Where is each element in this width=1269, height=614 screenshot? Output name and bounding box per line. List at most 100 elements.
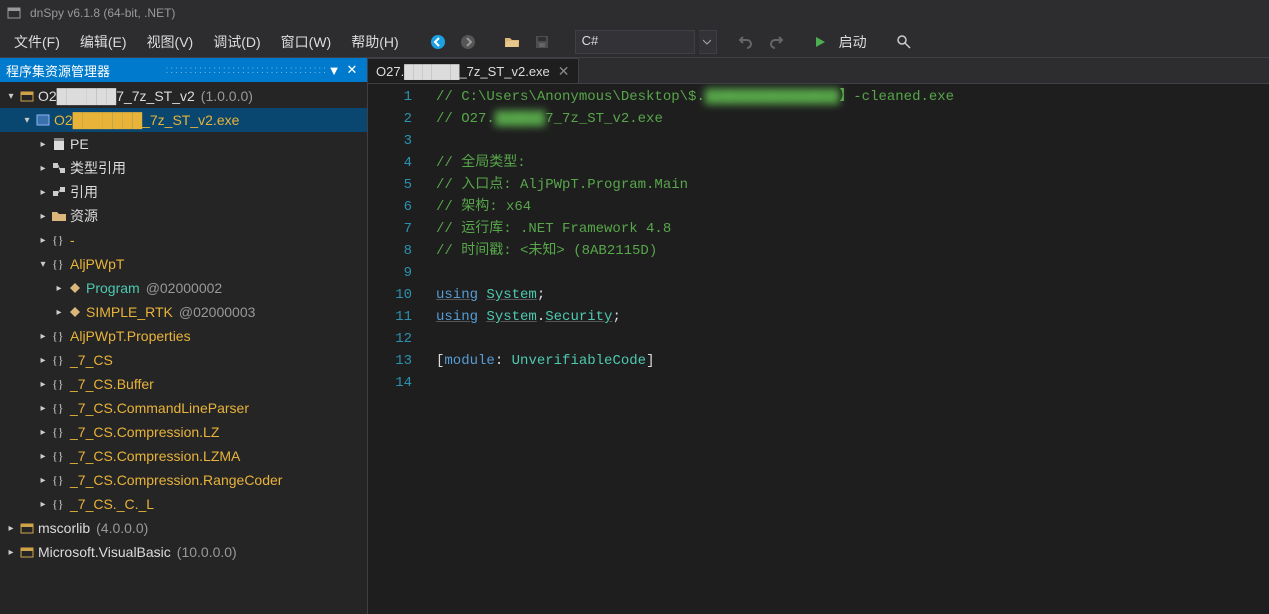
tree-chevron-icon[interactable]: ▸ xyxy=(36,211,50,222)
app-icon xyxy=(6,5,22,21)
line-number: 9 xyxy=(368,262,412,284)
tree-label: _7_CS._C._L xyxy=(70,496,154,512)
tree-row[interactable]: ▸{}- xyxy=(0,228,367,252)
tree-row[interactable]: ▸{}_7_CS.CommandLineParser xyxy=(0,396,367,420)
menu-edit[interactable]: 编辑(E) xyxy=(70,28,137,56)
menu-debug[interactable]: 调试(D) xyxy=(203,28,270,56)
tree-label: - xyxy=(70,232,75,248)
tree-row[interactable]: ▸{}_7_CS.Compression.RangeCoder xyxy=(0,468,367,492)
tree-row[interactable]: ▸mscorlib(4.0.0.0) xyxy=(0,516,367,540)
code-line[interactable]: using System.Security; xyxy=(436,306,1269,328)
code-line[interactable]: // 运行库: .NET Framework 4.8 xyxy=(436,218,1269,240)
tree-row[interactable]: ▾O2██████7_7z_ST_v2(1.0.0.0) xyxy=(0,84,367,108)
language-value: C# xyxy=(582,33,599,48)
open-button[interactable] xyxy=(499,29,525,55)
tree-row[interactable]: ▸{}AljPWpT.Properties xyxy=(0,324,367,348)
svg-text:{}: {} xyxy=(52,473,64,487)
panel-close-icon[interactable]: ✕ xyxy=(343,61,361,79)
nav-back-button[interactable] xyxy=(425,29,451,55)
panel-header: 程序集资源管理器 :::::::::::::::::::::::::::::::… xyxy=(0,58,367,82)
menubar: 文件(F) 编辑(E) 视图(V) 调试(D) 窗口(W) 帮助(H) C# 启… xyxy=(0,26,1269,58)
menu-file[interactable]: 文件(F) xyxy=(4,28,70,56)
tree-chevron-icon[interactable]: ▸ xyxy=(36,139,50,150)
code-line[interactable]: // 时间戳: <未知> (8AB2115D) xyxy=(436,240,1269,262)
tree-row[interactable]: ▸Program@02000002 xyxy=(0,276,367,300)
tree-chevron-icon[interactable]: ▸ xyxy=(36,475,50,486)
tree-row[interactable]: ▸SIMPLE_RTK@02000003 xyxy=(0,300,367,324)
tree-chevron-icon[interactable]: ▸ xyxy=(36,499,50,510)
tree-chevron-icon[interactable]: ▸ xyxy=(36,187,50,198)
tree-row[interactable]: ▸{}_7_CS.Compression.LZ xyxy=(0,420,367,444)
tree-label: 资源 xyxy=(70,206,98,226)
tab-close-icon[interactable]: ✕ xyxy=(558,63,570,80)
code-body[interactable]: // C:\Users\Anonymous\Desktop\$.████████… xyxy=(428,84,1269,614)
menu-window[interactable]: 窗口(W) xyxy=(271,28,342,56)
tree-chevron-icon[interactable]: ▸ xyxy=(4,523,18,534)
nav-forward-button[interactable] xyxy=(455,29,481,55)
code-line[interactable]: // 入口点: AljPWpT.Program.Main xyxy=(436,174,1269,196)
titlebar: dnSpy v6.1.8 (64-bit, .NET) xyxy=(0,0,1269,26)
tree-row[interactable]: ▾O2███████_7z_ST_v2.exe xyxy=(0,108,367,132)
tree-row[interactable]: ▸PE xyxy=(0,132,367,156)
save-button[interactable] xyxy=(529,29,555,55)
tree-chevron-icon[interactable]: ▾ xyxy=(20,115,34,126)
module-icon xyxy=(34,112,52,128)
code-line[interactable]: // C:\Users\Anonymous\Desktop\$.████████… xyxy=(436,86,1269,108)
namespace-icon: {} xyxy=(50,400,68,416)
code-line[interactable]: using System; xyxy=(436,284,1269,306)
tree-row[interactable]: ▸{}_7_CS xyxy=(0,348,367,372)
line-gutter: 1234567891011121314 xyxy=(368,84,428,614)
code-line[interactable]: // 全局类型: xyxy=(436,152,1269,174)
assembly-tree[interactable]: ▾O2██████7_7z_ST_v2(1.0.0.0)▾O2███████_7… xyxy=(0,82,367,614)
line-number: 5 xyxy=(368,174,412,196)
tree-row[interactable]: ▸类型引用 xyxy=(0,156,367,180)
start-button[interactable] xyxy=(807,29,833,55)
menu-help[interactable]: 帮助(H) xyxy=(341,28,408,56)
redo-button[interactable] xyxy=(763,29,789,55)
tree-chevron-icon[interactable]: ▸ xyxy=(36,355,50,366)
code-editor[interactable]: 1234567891011121314 // C:\Users\Anonymou… xyxy=(368,84,1269,614)
tree-row[interactable]: ▸{} _7_CS._C._L xyxy=(0,492,367,516)
launch-label[interactable]: 启动 xyxy=(839,32,867,52)
code-line[interactable] xyxy=(436,372,1269,394)
line-number: 7 xyxy=(368,218,412,240)
code-line[interactable] xyxy=(436,262,1269,284)
tree-chevron-icon[interactable]: ▸ xyxy=(36,403,50,414)
tree-row[interactable]: ▸ 资源 xyxy=(0,204,367,228)
code-line[interactable] xyxy=(436,130,1269,152)
namespace-icon: {} xyxy=(50,448,68,464)
tree-chevron-icon[interactable]: ▸ xyxy=(52,307,66,318)
code-line[interactable]: [module: UnverifiableCode] xyxy=(436,350,1269,372)
tree-chevron-icon[interactable]: ▸ xyxy=(36,163,50,174)
language-dropdown-chevron[interactable] xyxy=(699,30,717,54)
language-select[interactable]: C# xyxy=(575,30,695,54)
panel-dropdown-icon[interactable]: ▼ xyxy=(325,61,343,79)
tree-row[interactable]: ▸{}_7_CS.Compression.LZMA xyxy=(0,444,367,468)
code-line[interactable] xyxy=(436,328,1269,350)
search-button[interactable] xyxy=(891,29,917,55)
editor-tab[interactable]: O27.██████_7z_ST_v2.exe ✕ xyxy=(368,58,579,83)
code-line[interactable]: // 架构: x64 xyxy=(436,196,1269,218)
tree-chevron-icon[interactable]: ▸ xyxy=(52,283,66,294)
code-line[interactable]: // O27.██████7_7z_ST_v2.exe xyxy=(436,108,1269,130)
tree-row[interactable]: ▸ 引用 xyxy=(0,180,367,204)
tree-row[interactable]: ▸{}_7_CS.Buffer xyxy=(0,372,367,396)
tree-row[interactable]: ▾{}AljPWpT xyxy=(0,252,367,276)
tree-row[interactable]: ▸Microsoft.VisualBasic(10.0.0.0) xyxy=(0,540,367,564)
class-icon xyxy=(66,280,84,296)
tree-chevron-icon[interactable]: ▸ xyxy=(4,547,18,558)
tree-chevron-icon[interactable]: ▾ xyxy=(4,91,18,102)
tree-chevron-icon[interactable]: ▸ xyxy=(36,235,50,246)
undo-button[interactable] xyxy=(733,29,759,55)
menu-view[interactable]: 视图(V) xyxy=(137,28,204,56)
editor-tabstrip: O27.██████_7z_ST_v2.exe ✕ xyxy=(368,58,1269,84)
tree-chevron-icon[interactable]: ▾ xyxy=(36,259,50,270)
tree-label: 引用 xyxy=(70,182,98,202)
tree-label: _7_CS.Compression.LZMA xyxy=(70,448,240,464)
tree-chevron-icon[interactable]: ▸ xyxy=(36,427,50,438)
svg-text:{}: {} xyxy=(52,497,64,511)
tree-chevron-icon[interactable]: ▸ xyxy=(36,379,50,390)
tree-chevron-icon[interactable]: ▸ xyxy=(36,451,50,462)
tree-chevron-icon[interactable]: ▸ xyxy=(36,331,50,342)
namespace-icon: {} xyxy=(50,496,68,512)
